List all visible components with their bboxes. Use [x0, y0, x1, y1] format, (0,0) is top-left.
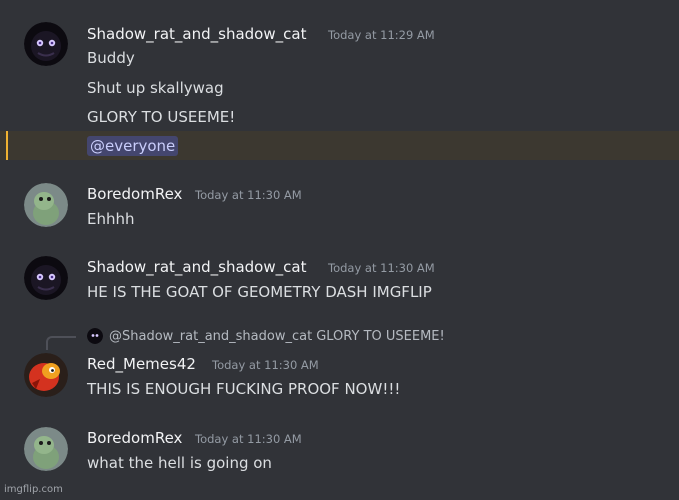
message-username[interactable]: Red_Memes42 [87, 354, 196, 374]
reply-text: GLORY TO USEEME! [316, 328, 445, 344]
message-username[interactable]: BoredomRex [87, 428, 182, 448]
avatar-green-creature-icon [24, 183, 68, 227]
message-text: HE IS THE GOAT OF GEOMETRY DASH IMGFLIP [87, 283, 432, 301]
avatar-green-creature-icon [24, 427, 68, 471]
message-timestamp: Today at 11:30 AM [212, 358, 319, 372]
avatar-red-creature-icon [24, 353, 68, 397]
message-username[interactable]: Shadow_rat_and_shadow_cat [87, 257, 306, 277]
message-timestamp: Today at 11:30 AM [195, 432, 302, 446]
message-username[interactable]: BoredomRex [87, 184, 182, 204]
avatar-shadow-rat[interactable] [24, 22, 68, 66]
message-username[interactable]: Shadow_rat_and_shadow_cat [87, 24, 306, 44]
reply-username[interactable]: @Shadow_rat_and_shadow_cat [109, 329, 312, 344]
avatar-red-memes[interactable] [24, 353, 68, 397]
message-timestamp: Today at 11:30 AM [328, 261, 435, 275]
message-text: Buddy [87, 49, 135, 67]
avatar-dark-creature-icon [24, 256, 68, 300]
chat-message-list: Shadow_rat_and_shadow_cat Today at 11:29… [0, 0, 679, 500]
message-text: THIS IS ENOUGH FUCKING PROOF NOW!!! [87, 380, 401, 398]
imgflip-watermark: imgflip.com [4, 484, 63, 495]
reply-preview[interactable]: @Shadow_rat_and_shadow_cat GLORY TO USEE… [87, 326, 445, 346]
everyone-mention[interactable]: @everyone [87, 136, 179, 156]
message-text: what the hell is going on [87, 454, 272, 472]
message-text: Ehhhh [87, 210, 135, 228]
avatar-dark-creature-icon [24, 22, 68, 66]
avatar-shadow-rat[interactable] [24, 256, 68, 300]
message-text: GLORY TO USEEME! [87, 108, 236, 126]
message-timestamp: Today at 11:29 AM [328, 28, 435, 42]
reply-spine-line [46, 336, 76, 350]
message-text: Shut up skallywag [87, 79, 224, 97]
reply-avatar [87, 328, 103, 344]
avatar-boredomrex[interactable] [24, 183, 68, 227]
message-timestamp: Today at 11:30 AM [195, 188, 302, 202]
mention-highlight-bar [6, 131, 8, 160]
avatar-boredomrex[interactable] [24, 427, 68, 471]
avatar-dark-creature-icon [87, 328, 103, 344]
message-mention-line: @everyone [87, 136, 179, 156]
